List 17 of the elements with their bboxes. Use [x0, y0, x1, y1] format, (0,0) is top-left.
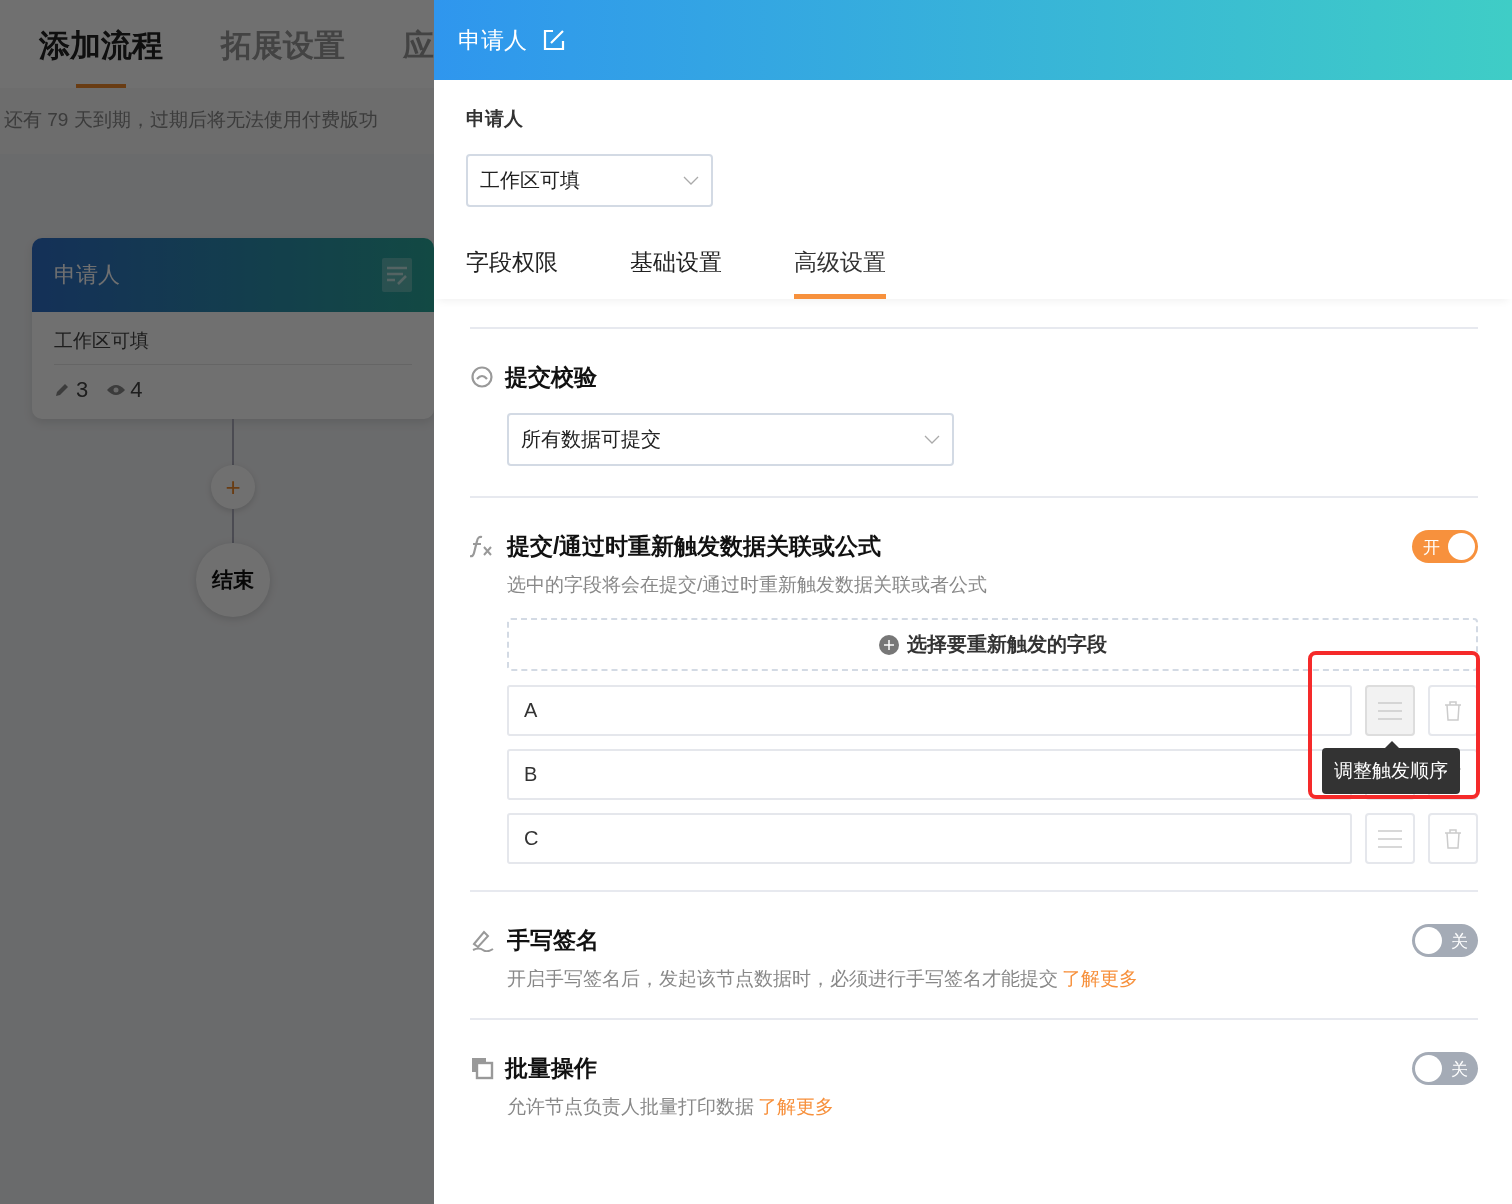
- view-count: 4: [130, 377, 143, 403]
- tooltip: 调整触发顺序: [1322, 748, 1460, 794]
- section-title: 手写签名: [507, 925, 600, 955]
- end-node: 结束: [196, 543, 270, 617]
- section-description: 开启手写签名后，发起该节点数据时，必须进行手写签名才能提交 了解更多: [507, 967, 1139, 991]
- field-item: A: [507, 685, 1352, 736]
- field-label: 申请人: [466, 107, 524, 131]
- panel-title: 申请人: [458, 25, 527, 55]
- node-title: 申请人: [54, 261, 120, 289]
- section-title: 提交校验: [505, 362, 598, 392]
- section-description: 允许节点负责人批量打印数据 了解更多: [507, 1095, 835, 1119]
- node-subtitle: 工作区可填: [54, 328, 412, 365]
- section-title: 提交/通过时重新触发数据关联或公式: [507, 531, 883, 561]
- section-title: 批量操作: [505, 1053, 598, 1083]
- section-description: 选中的字段将会在提交/通过时重新触发数据关联或者公式: [507, 573, 989, 597]
- field-item: C: [507, 813, 1352, 864]
- edit-count: 3: [76, 377, 89, 403]
